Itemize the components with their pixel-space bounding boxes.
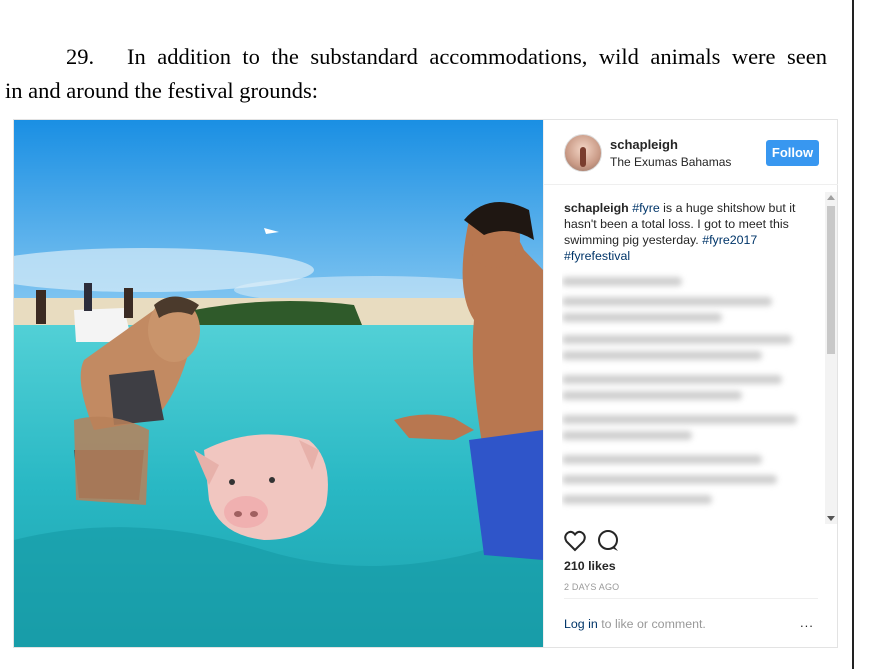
page-edge-rule [852,0,854,669]
photo-pig-swimming [14,120,543,647]
post-footer: Log in to like or comment. ... [564,598,818,647]
blurred-comment-line [562,313,722,322]
post-actions [564,528,634,558]
blurred-comment-line [562,335,792,344]
instagram-post-embed: schapleigh The Exumas Bahamas Follow sch… [13,119,838,648]
blurred-comment-line [562,455,762,464]
blurred-comment-line [562,375,782,384]
blurred-comment-line [562,391,742,400]
paragraph-text-1: In addition to the substandard accommoda… [127,44,827,69]
post-sidebar: schapleigh The Exumas Bahamas Follow sch… [543,120,838,647]
paragraph-line-1: 29. In addition to the substandard accom… [5,40,827,74]
avatar[interactable] [564,134,602,172]
paragraph-29: 29. In addition to the substandard accom… [5,40,827,108]
blurred-comment-line [562,475,777,484]
login-prompt: Log in to like or comment. [564,617,706,631]
post-header: schapleigh The Exumas Bahamas Follow [544,120,838,185]
blurred-comment-line [562,415,797,424]
blurred-comment-line [562,297,772,306]
post-caption: schapleigh #fyre is a huge shitshow but … [564,200,804,264]
heart-icon[interactable] [564,530,586,552]
follow-button[interactable]: Follow [766,140,819,166]
scroll-down-arrow-icon[interactable] [827,516,835,521]
comment-icon[interactable] [598,530,618,551]
login-prompt-text: to like or comment. [597,617,706,631]
more-options-icon[interactable]: ... [800,615,814,630]
paragraph-number: 29. [66,44,95,69]
blurred-comments [562,265,812,525]
blurred-comment-line [562,277,682,286]
scrollbar-thumb[interactable] [827,206,835,354]
caption-username[interactable]: schapleigh [564,201,629,215]
post-username[interactable]: schapleigh [610,137,678,152]
paragraph-text-2: in and around the festival grounds: [5,78,319,103]
comments-scrollbar[interactable] [825,192,837,524]
blurred-comment-line [562,495,712,504]
post-location[interactable]: The Exumas Bahamas [610,155,731,169]
scroll-up-arrow-icon[interactable] [827,195,835,200]
post-timestamp: 2 DAYS AGO [564,582,620,592]
likes-count[interactable]: 210 likes [564,559,616,573]
action-icons [564,530,618,552]
post-photo [14,120,543,647]
login-link[interactable]: Log in [564,617,598,631]
hashtag-fyre[interactable]: #fyre [632,201,660,215]
blurred-comment-line [562,431,692,440]
hashtag-fyrefestival[interactable]: #fyrefestival [564,249,630,263]
blurred-comment-line [562,351,762,360]
hashtag-fyre2017[interactable]: #fyre2017 [702,233,757,247]
